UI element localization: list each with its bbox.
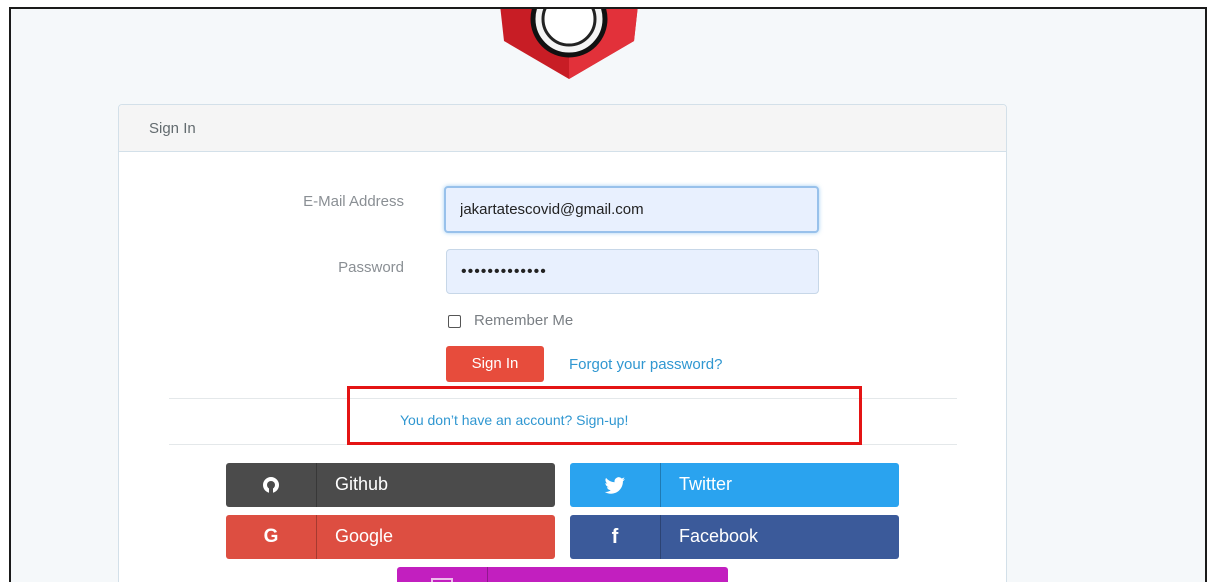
extra-login-button[interactable] (397, 567, 728, 582)
google-label: Google (335, 526, 394, 546)
twitter-icon (570, 463, 661, 507)
email-label: E-Mail Address (303, 193, 404, 210)
sign-in-button[interactable]: Sign In (446, 346, 544, 382)
password-label: Password (338, 259, 404, 276)
remember-me-label: Remember Me (474, 312, 574, 329)
google-login-button[interactable]: G Google (226, 515, 555, 559)
twitter-label: Twitter (679, 474, 733, 494)
panel-title: Sign In (119, 105, 1006, 152)
unknown-icon (397, 567, 488, 582)
facebook-login-button[interactable]: f Facebook (570, 515, 899, 559)
remember-me-checkbox[interactable] (448, 315, 461, 328)
highlight-box (347, 386, 862, 445)
email-field[interactable] (444, 186, 819, 233)
forgot-password-link[interactable]: Forgot your password? (569, 356, 722, 373)
facebook-label: Facebook (679, 526, 759, 546)
github-label: Github (335, 474, 389, 494)
browser-viewport: Sign In E-Mail Address Password ••••••••… (9, 7, 1207, 582)
github-login-button[interactable]: Github (226, 463, 555, 507)
laravel-shield-logo (500, 9, 638, 79)
twitter-login-button[interactable]: Twitter (570, 463, 899, 507)
google-icon: G (226, 515, 317, 559)
password-field[interactable]: ••••••••••••• (446, 249, 819, 294)
facebook-icon: f (570, 515, 661, 559)
login-panel: Sign In E-Mail Address Password ••••••••… (118, 104, 1007, 582)
github-icon (226, 463, 317, 507)
